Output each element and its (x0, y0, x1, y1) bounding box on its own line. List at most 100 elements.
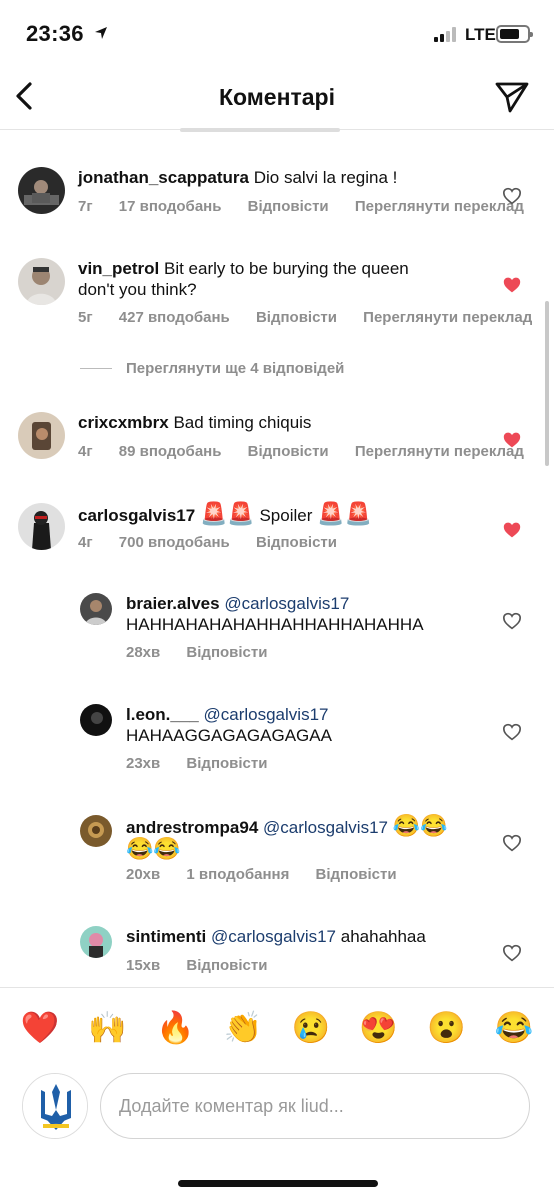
home-indicator[interactable] (178, 1180, 378, 1187)
scrollbar[interactable] (545, 301, 549, 466)
comments-list[interactable]: jonathan_scappatura Dio salvi la regina … (0, 131, 554, 987)
comment-text: carlosgalvis17 🚨🚨 Spoiler 🚨🚨 (78, 503, 372, 526)
comment-likes[interactable]: 700 вподобань (119, 534, 230, 551)
emoji-crying-button[interactable]: 😢 (291, 1009, 331, 1046)
battery-icon (496, 25, 533, 43)
reply-likes[interactable]: 1 вподобання (186, 866, 289, 883)
reply-body: HAHHAHAHAHAHHAHHAHHAHAHHA (126, 615, 424, 634)
comment-body: Bit early to be burying the queen (163, 259, 409, 278)
reply-age: 23хв (126, 755, 161, 772)
emoji-clapping-button[interactable]: 👏 (223, 1009, 263, 1046)
emoji-surprised-button[interactable]: 😮 (426, 1009, 466, 1046)
mention-link[interactable]: @carlosgalvis17 (204, 705, 329, 724)
reply-text: l.eon.___ @carlosgalvis17 HAHAAGGAGAGAGA… (126, 704, 332, 746)
comment-text: crixcxmbrx Bad timing chiquis (78, 412, 311, 433)
network-label: LTE (465, 25, 496, 44)
reply-text: braier.alves @carlosgalvis17 HAHHAHAHAHA… (126, 593, 424, 635)
mention-link[interactable]: @carlosgalvis17 (224, 594, 349, 613)
reply-button[interactable]: Відповісти (256, 309, 337, 326)
reply-body: HAHAAGGAGAGAGAGAA (126, 726, 332, 745)
reply-button[interactable]: Відповісти (316, 866, 397, 883)
comment-input[interactable] (100, 1073, 530, 1139)
reply-body: ahahahhaa (340, 927, 426, 946)
send-direct-icon[interactable] (494, 80, 530, 114)
comment-body-continued: don't you think? (78, 280, 197, 299)
comment-body: Dio salvi la regina ! (253, 168, 398, 187)
reply-button[interactable]: Відповісти (248, 443, 329, 460)
heart-outline-icon[interactable] (502, 944, 522, 962)
avatar[interactable] (18, 167, 65, 214)
view-translation-button[interactable]: Переглянути переклад (355, 198, 524, 215)
comment-composer (0, 1067, 554, 1157)
reply-button[interactable]: Відповісти (186, 644, 267, 661)
reply-age: 15хв (126, 957, 161, 974)
location-arrow-icon (95, 27, 107, 39)
heart-filled-icon[interactable] (502, 521, 522, 539)
heart-outline-icon[interactable] (502, 834, 522, 852)
page-title: Коментарі (219, 84, 335, 110)
heart-filled-icon[interactable] (502, 431, 522, 449)
heart-outline-icon[interactable] (502, 612, 522, 630)
reply-username[interactable]: sintimenti (126, 927, 206, 946)
reply-text: sintimenti @carlosgalvis17 ahahahhaa (126, 926, 426, 947)
laughing-emoji: 😂😂 (392, 813, 448, 838)
comment-likes[interactable]: 89 вподобань (119, 443, 222, 460)
status-time: 23:36 (26, 21, 84, 46)
reply-username[interactable]: l.eon.___ (126, 705, 199, 724)
avatar[interactable] (80, 593, 112, 625)
comment-age: 5г (78, 309, 93, 326)
siren-emoji: 🚨🚨 (199, 501, 255, 526)
comment-text: jonathan_scappatura Dio salvi la regina … (78, 167, 397, 188)
comment-body: Spoiler (259, 506, 313, 525)
comment-text: vin_petrol Bit early to be burying the q… (78, 258, 409, 300)
reply-username[interactable]: braier.alves (126, 594, 220, 613)
avatar[interactable] (80, 926, 112, 958)
avatar[interactable] (80, 815, 112, 847)
comment-likes[interactable]: 427 вподобань (119, 309, 230, 326)
comment-likes[interactable]: 17 вподобань (119, 198, 222, 215)
heart-outline-icon[interactable] (502, 723, 522, 741)
emoji-heart-eyes-button[interactable]: 😍 (359, 1009, 399, 1046)
reply-meta: 28хв Відповісти (126, 644, 289, 661)
avatar[interactable] (80, 704, 112, 736)
comment-username[interactable]: jonathan_scappatura (78, 168, 249, 187)
comment-meta: 5г 427 вподобань Відповісти Переглянути … (78, 309, 554, 326)
reply-button[interactable]: Відповісти (186, 957, 267, 974)
comment-meta: 7г 17 вподобань Відповісти Переглянути п… (78, 198, 546, 215)
emoji-raised-hands-button[interactable]: 🙌 (88, 1009, 128, 1046)
view-translation-button[interactable]: Переглянути переклад (355, 443, 524, 460)
comment-body: Bad timing chiquis (173, 413, 312, 432)
reply-button[interactable]: Відповісти (256, 534, 337, 551)
reply-username[interactable]: andrestrompa94 (126, 818, 258, 837)
signal-bars-icon (434, 27, 456, 42)
view-more-replies-button[interactable]: Переглянути ще 4 відповідей (80, 360, 344, 377)
reply-age: 20хв (126, 866, 161, 883)
reply-age: 28хв (126, 644, 161, 661)
ukraine-trident-icon (23, 1074, 87, 1138)
emoji-heart-button[interactable]: ❤️ (20, 1009, 60, 1046)
reply-button[interactable]: Відповісти (186, 755, 267, 772)
emoji-reaction-bar: ❤️ 🙌 🔥 👏 😢 😍 😮 😂 (0, 987, 554, 1067)
mention-link[interactable]: @carlosgalvis17 (263, 818, 388, 837)
avatar[interactable] (18, 412, 65, 459)
current-user-avatar[interactable] (22, 1073, 88, 1139)
view-translation-button[interactable]: Переглянути переклад (363, 309, 532, 326)
heart-outline-icon[interactable] (502, 187, 522, 205)
comment-username[interactable]: vin_petrol (78, 259, 159, 278)
heart-filled-icon[interactable] (502, 276, 522, 294)
reply-meta: 20хв 1 вподобання Відповісти (126, 866, 419, 883)
emoji-fire-button[interactable]: 🔥 (155, 1009, 195, 1046)
comment-meta: 4г 700 вподобань Відповісти (78, 534, 359, 551)
comment-age: 7г (78, 198, 93, 215)
reply-button[interactable]: Відповісти (248, 198, 329, 215)
avatar[interactable] (18, 258, 65, 305)
emoji-laughing-button[interactable]: 😂 (494, 1009, 534, 1046)
reply-meta: 23хв Відповісти (126, 755, 289, 772)
comment-age: 4г (78, 443, 93, 460)
reply-meta: 15хв Відповісти (126, 957, 289, 974)
comment-username[interactable]: crixcxmbrx (78, 413, 169, 432)
comment-username[interactable]: carlosgalvis17 (78, 506, 195, 525)
comment-age: 4г (78, 534, 93, 551)
avatar[interactable] (18, 503, 65, 550)
mention-link[interactable]: @carlosgalvis17 (211, 927, 336, 946)
